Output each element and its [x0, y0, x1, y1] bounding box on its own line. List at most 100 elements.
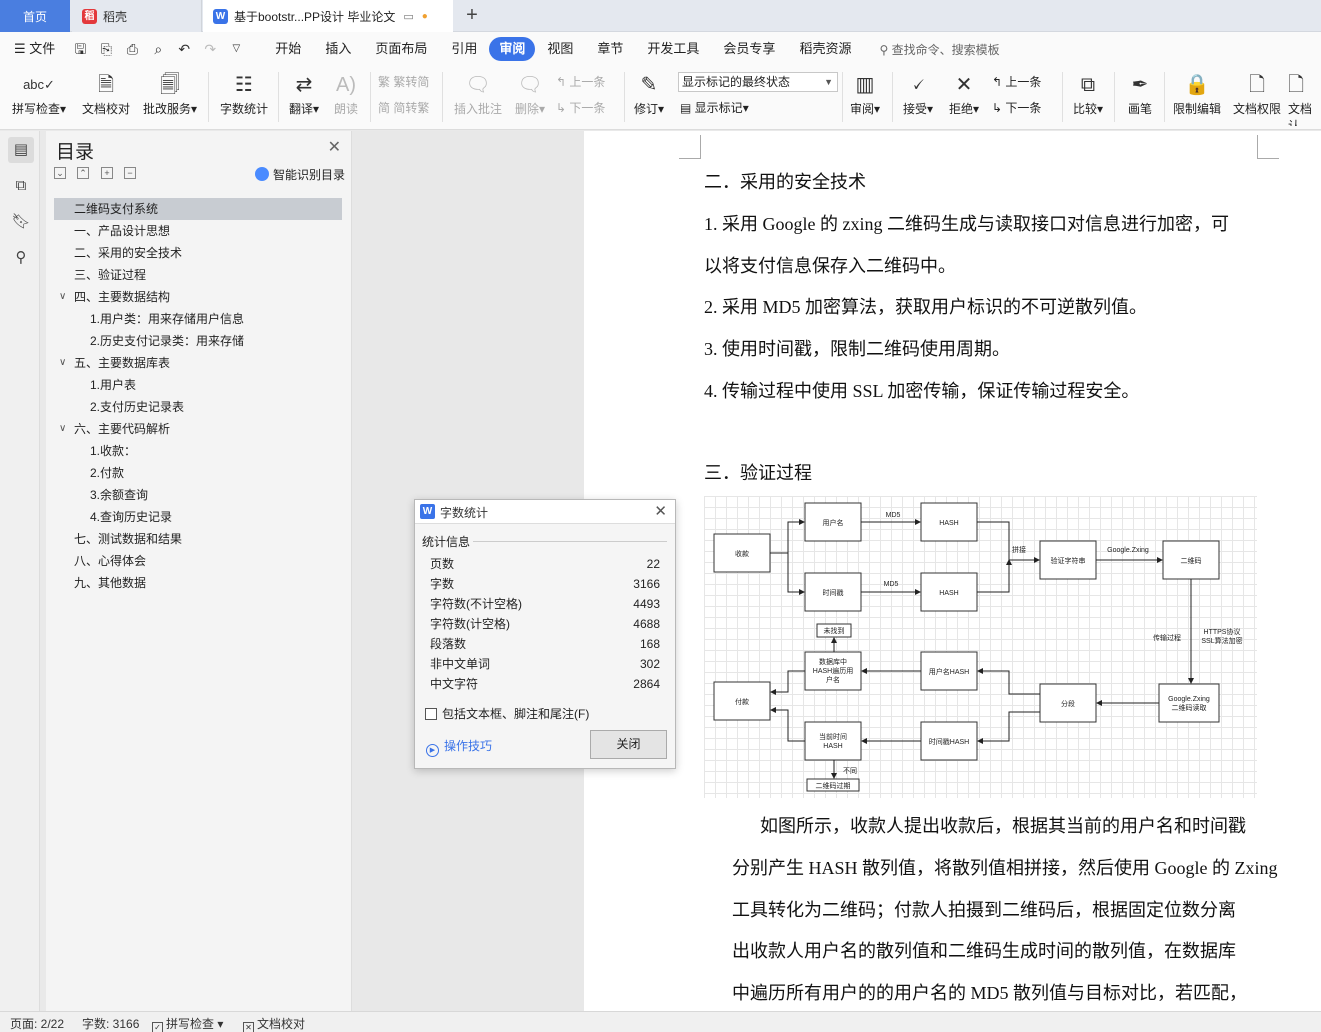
- expand-icon[interactable]: ⌃: [77, 167, 89, 179]
- export-icon[interactable]: ⎘: [96, 39, 116, 59]
- track-changes-label: 修订: [633, 102, 658, 116]
- remove-level-icon[interactable]: −: [124, 167, 136, 179]
- toc-item[interactable]: 一、产品设计思想: [54, 220, 342, 242]
- fan-icon: 繁: [378, 75, 394, 89]
- trad-to-simp-button[interactable]: 简 简转繁: [378, 98, 429, 118]
- toc-item[interactable]: ∨ 五、主要数据库表: [54, 352, 342, 374]
- next-comment-button[interactable]: ↳ 下一条: [556, 98, 605, 118]
- compare-button[interactable]: ⧉ 比较▾: [1068, 70, 1108, 126]
- close-icon[interactable]: ✕: [328, 137, 341, 157]
- next-change-button[interactable]: ↳ 下一条: [992, 98, 1041, 118]
- accept-button[interactable]: 🗸 接受▾: [898, 70, 938, 126]
- chevron-down-icon[interactable]: ∨: [59, 286, 66, 308]
- toc-item[interactable]: 1.收款：: [54, 440, 342, 462]
- menu-bar: ☰ 文件 🖫 ⎘ ⎙ ⌕ ↶ ↷ ▽ 开始 插入 页面布局 引用 审阅 视图 章…: [0, 32, 1321, 66]
- tips-label: 操作技巧: [444, 739, 493, 753]
- restrict-edit-button[interactable]: 🔒 限制编辑: [1170, 70, 1224, 126]
- close-icon[interactable]: ✕: [654, 502, 667, 520]
- doc-check-button[interactable]: 🗎 文档校对: [80, 70, 132, 126]
- menu-view[interactable]: 视图: [535, 37, 585, 61]
- translate-button[interactable]: ⇄ 翻译▾: [284, 70, 324, 126]
- toc-item[interactable]: 2.支付历史记录表: [54, 396, 342, 418]
- collapse-all-icon[interactable]: ⌄: [54, 167, 66, 179]
- menu-start[interactable]: 开始: [263, 37, 313, 61]
- flow-split-text: 分段: [1061, 699, 1075, 708]
- markup-state-select[interactable]: 显示标记的最终状态 ▼: [678, 72, 838, 92]
- word-count-button[interactable]: ☷ 字数统计: [216, 70, 272, 126]
- save-icon[interactable]: 🖫: [70, 39, 90, 59]
- spell-check-button[interactable]: abc✓ 拼写检查▾: [8, 70, 70, 126]
- toc-item[interactable]: 2.历史支付记录类：用来存储: [54, 330, 342, 352]
- doc-cert-button[interactable]: 🗋 文档认: [1288, 70, 1321, 126]
- smart-toc-button[interactable]: 智能识别目录: [254, 166, 345, 183]
- menu-member[interactable]: 会员专享: [711, 37, 787, 61]
- next-change-label: 下一条: [1005, 101, 1042, 115]
- toc-item[interactable]: 三、验证过程: [54, 264, 342, 286]
- chapter-nav-icon[interactable]: ⧉: [8, 173, 34, 199]
- page-indicator[interactable]: 页面: 2/22: [10, 1015, 64, 1032]
- toc-item[interactable]: 九、其他数据: [54, 572, 342, 594]
- menu-insert[interactable]: 插入: [313, 37, 363, 61]
- add-tab-button[interactable]: +: [460, 4, 484, 28]
- paragraph: 中遍历所有用户的的用户名的 MD5 散列值与目标对比，若匹配，: [732, 983, 1248, 1003]
- review-service-button[interactable]: 🗐 批改服务▾: [140, 70, 200, 126]
- toc-item[interactable]: ∨ 四、主要数据结构: [54, 286, 342, 308]
- menu-section[interactable]: 章节: [585, 37, 635, 61]
- menu-page-layout[interactable]: 页面布局: [363, 37, 439, 61]
- toc-item[interactable]: 1.用户表: [54, 374, 342, 396]
- word-count-indicator[interactable]: 字数: 3166: [82, 1015, 139, 1032]
- chevron-down-icon[interactable]: ∨: [59, 418, 66, 440]
- command-search[interactable]: ⚲ 查找命令、搜索模板: [879, 41, 999, 58]
- print-icon[interactable]: ⎙: [122, 39, 142, 59]
- doc-permission-button[interactable]: 🗋 文档权限: [1230, 70, 1284, 126]
- screen-icon[interactable]: ▭: [403, 10, 413, 23]
- menu-daoke-resources[interactable]: 稻壳资源: [787, 37, 863, 61]
- undo-icon[interactable]: ↶: [174, 39, 194, 59]
- dialog-title-bar[interactable]: W 字数统计 ✕: [415, 500, 675, 524]
- search-panel-icon[interactable]: ⚲: [8, 245, 34, 271]
- toc-item[interactable]: 4.查询历史记录: [54, 506, 342, 528]
- read-aloud-button[interactable]: A) 朗读: [328, 70, 364, 126]
- prev-change-button[interactable]: ↰ 上一条: [992, 72, 1041, 92]
- menu-references[interactable]: 引用: [439, 37, 489, 61]
- tab-home[interactable]: 首页: [0, 0, 70, 32]
- toc-item[interactable]: 3.余额查询: [54, 484, 342, 506]
- insert-comment-button[interactable]: 🗨 插入批注: [450, 70, 506, 126]
- menu-review[interactable]: 审阅: [489, 37, 536, 61]
- toc-item[interactable]: 二、采用的安全技术: [54, 242, 342, 264]
- review-pane-button[interactable]: ▥ 审阅▾: [846, 70, 884, 126]
- next-change-icon: ↳: [992, 101, 1006, 115]
- page-corner-mark: [679, 135, 701, 159]
- track-changes-button[interactable]: ✎ 修订▾: [630, 70, 668, 126]
- toc-item[interactable]: 二维码支付系统: [54, 198, 342, 220]
- toc-item[interactable]: 八、心得体会: [54, 550, 342, 572]
- file-menu[interactable]: ☰ 文件: [0, 37, 67, 61]
- menu-developer[interactable]: 开发工具: [635, 37, 711, 61]
- add-level-icon[interactable]: +: [101, 167, 113, 179]
- status-doc-check[interactable]: ✕ 文档校对: [243, 1015, 305, 1032]
- include-textbox-checkbox[interactable]: 包括文本框、脚注和尾注(F): [425, 705, 589, 722]
- toc-item[interactable]: 1.用户类：用来存储用户信息: [54, 308, 342, 330]
- tips-link[interactable]: ▶ 操作技巧: [426, 737, 492, 757]
- print-preview-icon[interactable]: ⌕: [148, 39, 168, 59]
- toc-item[interactable]: ∨ 六、主要代码解析: [54, 418, 342, 440]
- prev-comment-button[interactable]: ↰ 上一条: [556, 72, 605, 92]
- verification-flowchart[interactable]: 收款 用户名 时间戳 HASH HASH MD5 MD5 拼接 验证字符串 Go…: [704, 496, 1257, 798]
- pen-button[interactable]: ✒ 画笔: [1120, 70, 1160, 126]
- document-page[interactable]: 二．采用的安全技术 1. 采用 Google 的 zxing 二维码生成与读取接…: [584, 131, 1321, 1011]
- tab-document[interactable]: W 基于bootstr...PP设计 毕业论文 ▭ ●: [203, 0, 453, 32]
- delete-comment-button[interactable]: 🗨 删除▾: [510, 70, 550, 126]
- toc-item[interactable]: 七、测试数据和结果: [54, 528, 342, 550]
- toc-item[interactable]: 2.付款: [54, 462, 342, 484]
- toc-panel-icon[interactable]: ▤: [8, 137, 34, 163]
- status-spell-check[interactable]: ✓ 拼写检查 ▾: [152, 1015, 223, 1032]
- more-quick-icon[interactable]: ▽: [226, 39, 246, 59]
- close-button[interactable]: 关闭: [590, 730, 667, 759]
- simp-to-trad-button[interactable]: 繁 繁转简: [378, 72, 429, 92]
- chevron-down-icon[interactable]: ∨: [59, 352, 66, 374]
- reject-button[interactable]: ✕ 拒绝▾: [944, 70, 984, 126]
- redo-icon[interactable]: ↷: [200, 39, 220, 59]
- bookmark-icon[interactable]: 🔖︎: [8, 209, 34, 235]
- show-markup-button[interactable]: ▤ 显示标记▾: [680, 98, 749, 118]
- tab-daoke[interactable]: 稻 稻壳: [72, 0, 202, 32]
